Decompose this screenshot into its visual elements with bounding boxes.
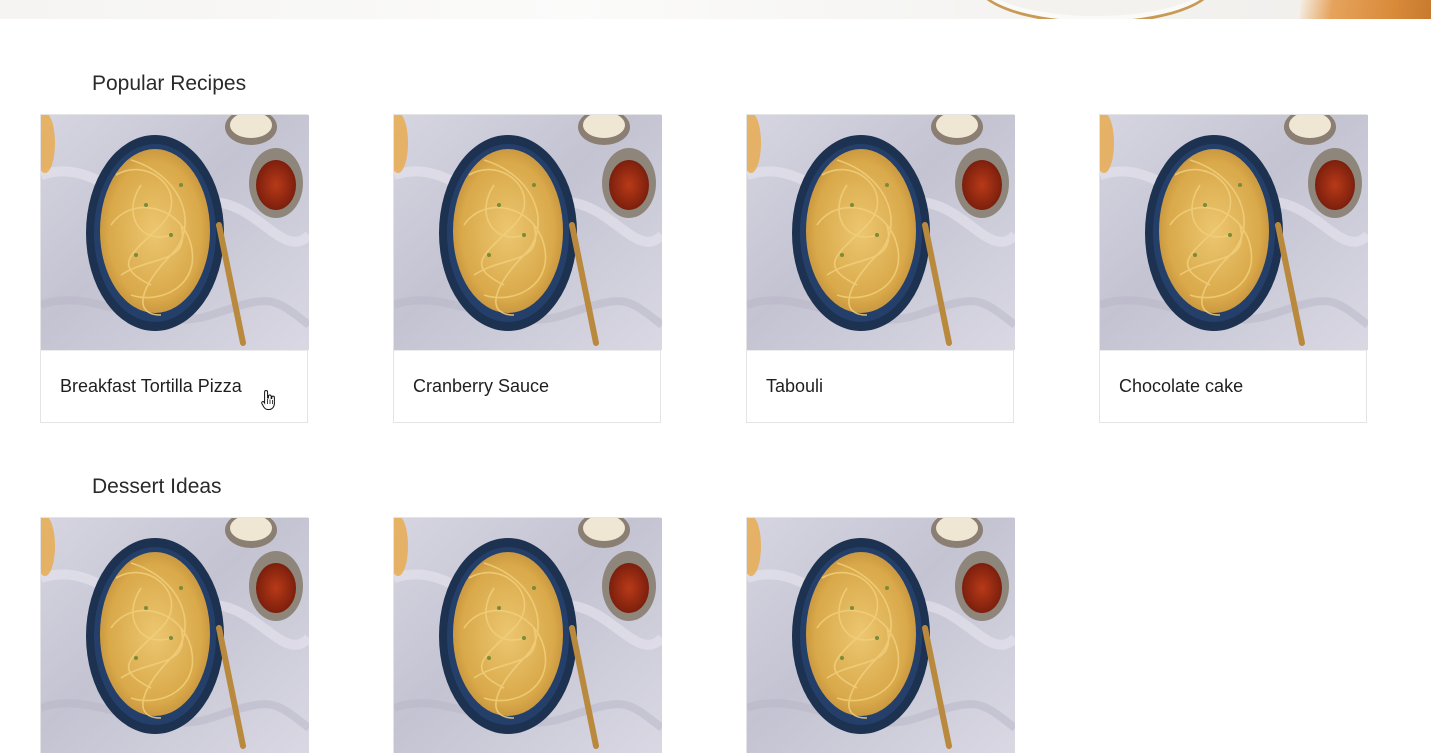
recipe-card[interactable]: Tabouli bbox=[746, 114, 1014, 423]
hero-banner-edge bbox=[0, 0, 1431, 19]
dessert-image[interactable] bbox=[747, 518, 1015, 753]
dessert-image[interactable] bbox=[394, 518, 662, 753]
hero-board-image bbox=[1300, 0, 1431, 19]
recipe-title[interactable]: Tabouli bbox=[747, 350, 1013, 422]
dessert-card[interactable] bbox=[40, 517, 308, 753]
recipe-image[interactable] bbox=[41, 115, 309, 350]
dessert-card[interactable] bbox=[746, 517, 1014, 753]
hand-pointer-cursor-icon bbox=[261, 389, 275, 410]
recipe-card[interactable]: Cranberry Sauce bbox=[393, 114, 661, 423]
recipe-image[interactable] bbox=[747, 115, 1015, 350]
section-title-popular-recipes: Popular Recipes bbox=[92, 72, 247, 95]
recipe-title[interactable]: Chocolate cake bbox=[1100, 350, 1366, 422]
recipe-image[interactable] bbox=[1100, 115, 1368, 350]
recipe-image[interactable] bbox=[394, 115, 662, 350]
recipe-title[interactable]: Cranberry Sauce bbox=[394, 350, 660, 422]
recipe-title[interactable]: Breakfast Tortilla Pizza bbox=[41, 350, 307, 422]
dessert-image[interactable] bbox=[41, 518, 309, 753]
recipe-card[interactable]: Chocolate cake bbox=[1099, 114, 1367, 423]
hero-plate-image bbox=[975, 0, 1216, 19]
recipe-card[interactable]: Breakfast Tortilla Pizza bbox=[40, 114, 308, 423]
section-title-dessert-ideas: Dessert Ideas bbox=[92, 475, 222, 498]
dessert-card[interactable] bbox=[393, 517, 661, 753]
